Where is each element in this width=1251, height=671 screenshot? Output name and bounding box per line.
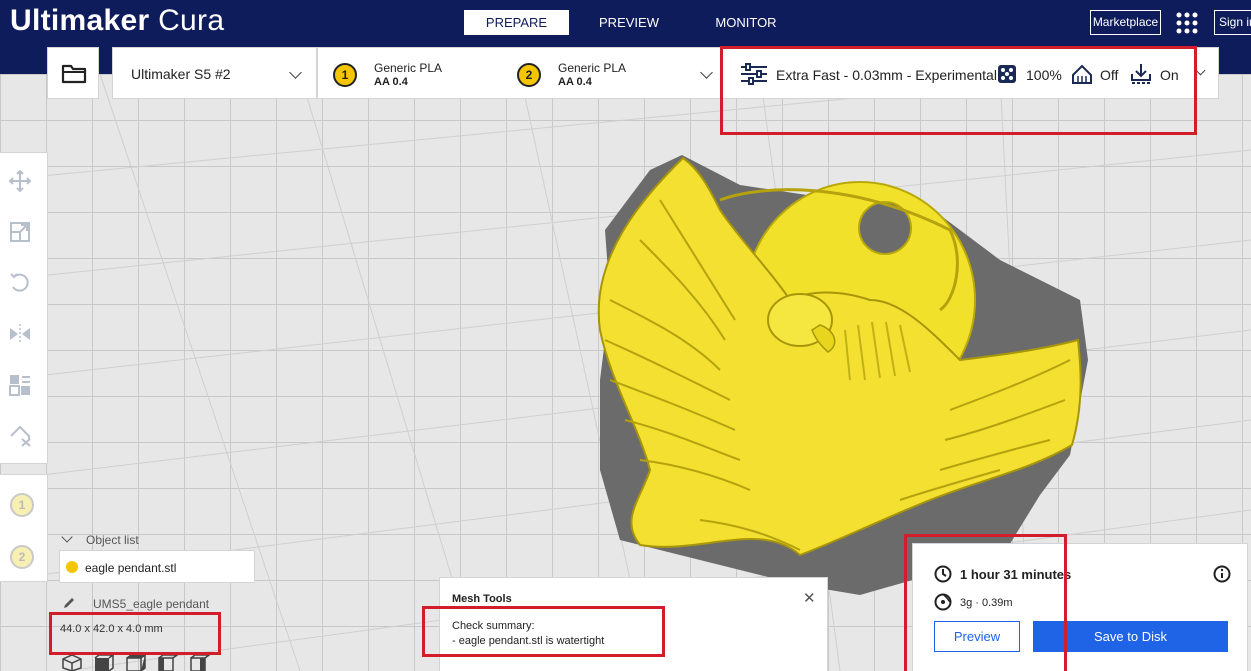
view-cube-icon[interactable] xyxy=(62,654,82,671)
app-name-bold: Ultimaker xyxy=(10,4,150,37)
view-cube-icon[interactable] xyxy=(158,654,178,671)
folder-icon xyxy=(61,64,87,84)
object-list: eagle pendant.stl xyxy=(59,550,255,583)
extruder-2-nozzle: AA 0.4 xyxy=(558,76,592,88)
object-list-title[interactable]: Object list xyxy=(86,533,139,547)
object-color-dot xyxy=(66,561,78,573)
marketplace-button[interactable]: Marketplace xyxy=(1090,10,1161,35)
mirror-icon[interactable] xyxy=(9,323,31,345)
extruder-1-button[interactable]: 1 xyxy=(10,493,34,517)
extruder-2-button[interactable]: 2 xyxy=(10,545,34,569)
extruder-2-material: Generic PLA xyxy=(558,61,627,75)
view-cube-icon[interactable] xyxy=(190,654,210,671)
app-name-light: Cura xyxy=(158,4,225,37)
annotation-box-summary xyxy=(904,534,1067,671)
chevron-down-icon xyxy=(700,66,713,79)
tab-prepare[interactable]: PREPARE xyxy=(464,10,569,35)
scale-icon[interactable] xyxy=(9,221,31,243)
close-icon[interactable]: ✕ xyxy=(803,589,816,607)
pencil-icon[interactable] xyxy=(62,596,76,610)
extruder-1-badge: 1 xyxy=(333,63,357,87)
printer-selector[interactable]: Ultimaker S5 #2 xyxy=(112,47,317,99)
open-file-button[interactable] xyxy=(47,47,99,99)
extruder-1-material: Generic PLA xyxy=(374,61,443,75)
chevron-down-icon xyxy=(1195,65,1206,76)
tab-preview[interactable]: PREVIEW xyxy=(583,10,675,35)
app-logo: Ultimaker Cura xyxy=(10,4,224,38)
extruder-2-badge: 2 xyxy=(517,63,541,87)
info-icon[interactable] xyxy=(1213,565,1231,583)
view-cube-icon[interactable] xyxy=(94,654,114,671)
sign-in-button[interactable]: Sign in xyxy=(1214,10,1251,35)
extruder-1-nozzle: AA 0.4 xyxy=(374,76,408,88)
support-blocker-icon[interactable] xyxy=(9,425,31,447)
chevron-down-icon xyxy=(289,66,302,79)
annotation-box-settings xyxy=(720,46,1197,135)
extruder-column: 1 2 xyxy=(0,474,48,582)
left-toolbar xyxy=(0,152,48,464)
material-selector[interactable]: 1 Generic PLA AA 0.4 2 Generic PLA AA 0.… xyxy=(317,47,722,99)
object-list-item[interactable]: eagle pendant.stl xyxy=(85,561,176,575)
rotate-icon[interactable] xyxy=(9,272,31,294)
view-cube-icon[interactable] xyxy=(126,654,146,671)
move-icon[interactable] xyxy=(9,170,31,192)
printer-name: Ultimaker S5 #2 xyxy=(131,66,231,82)
mesh-tools-title: Mesh Tools xyxy=(452,593,512,605)
tab-monitor[interactable]: MONITOR xyxy=(700,10,792,35)
job-name[interactable]: UMS5_eagle pendant xyxy=(93,597,209,611)
annotation-box-dimensions xyxy=(49,612,221,655)
apps-grid-icon[interactable] xyxy=(1176,12,1198,34)
annotation-box-mesh xyxy=(422,606,665,657)
per-model-settings-icon[interactable] xyxy=(9,374,31,396)
